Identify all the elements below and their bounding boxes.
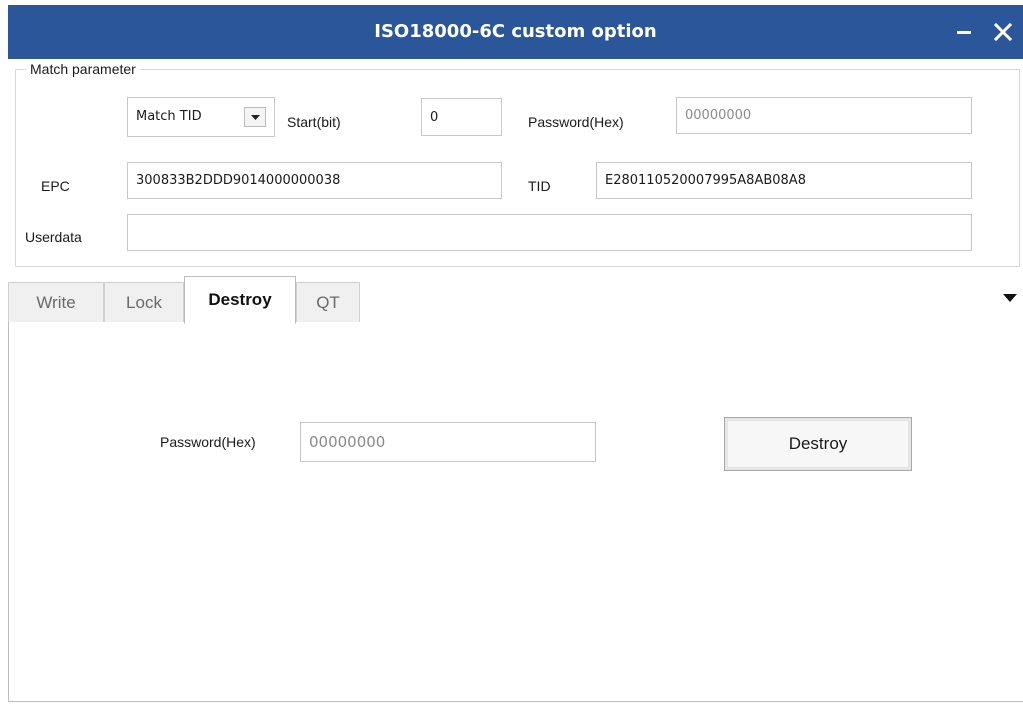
match-parameter-legend: Match parameter — [26, 59, 140, 79]
close-button[interactable] — [983, 5, 1023, 59]
destroy-password-label: Password(Hex) — [160, 434, 256, 450]
tab-lock[interactable]: Lock — [104, 282, 184, 323]
tid-label: TID — [528, 178, 551, 194]
match-mode-dropdown-button[interactable] — [244, 107, 266, 127]
window-title: ISO18000-6C custom option — [374, 21, 657, 42]
epc-label: EPC — [41, 178, 70, 194]
tab-list-dropdown[interactable] — [1000, 290, 1020, 306]
title-bar: ISO18000-6C custom option — [8, 5, 1023, 59]
custom-option-window: ISO18000-6C custom option Match paramete… — [0, 0, 1023, 706]
userdata-input[interactable] — [127, 214, 972, 251]
minimize-icon — [957, 31, 971, 34]
userdata-label: Userdata — [25, 229, 82, 245]
match-password-input[interactable] — [676, 97, 972, 134]
chevron-down-icon — [251, 115, 260, 120]
match-mode-select[interactable]: Match TID — [127, 97, 275, 137]
triangle-down-icon — [1003, 294, 1017, 302]
destroy-tab-page — [8, 322, 1023, 702]
tab-qt[interactable]: QT — [296, 282, 360, 323]
start-bit-label: Start(bit) — [287, 114, 341, 130]
epc-input[interactable] — [127, 162, 502, 199]
destroy-button[interactable]: Destroy — [724, 417, 912, 471]
tab-destroy[interactable]: Destroy — [184, 276, 296, 324]
tab-write[interactable]: Write — [8, 282, 104, 323]
match-password-label: Password(Hex) — [528, 114, 624, 130]
match-mode-value: Match TID — [136, 109, 202, 124]
start-bit-input[interactable] — [421, 98, 502, 136]
minimize-button[interactable] — [945, 5, 985, 59]
destroy-password-input[interactable] — [300, 422, 596, 462]
tid-input[interactable] — [596, 162, 972, 199]
close-icon — [993, 22, 1013, 42]
